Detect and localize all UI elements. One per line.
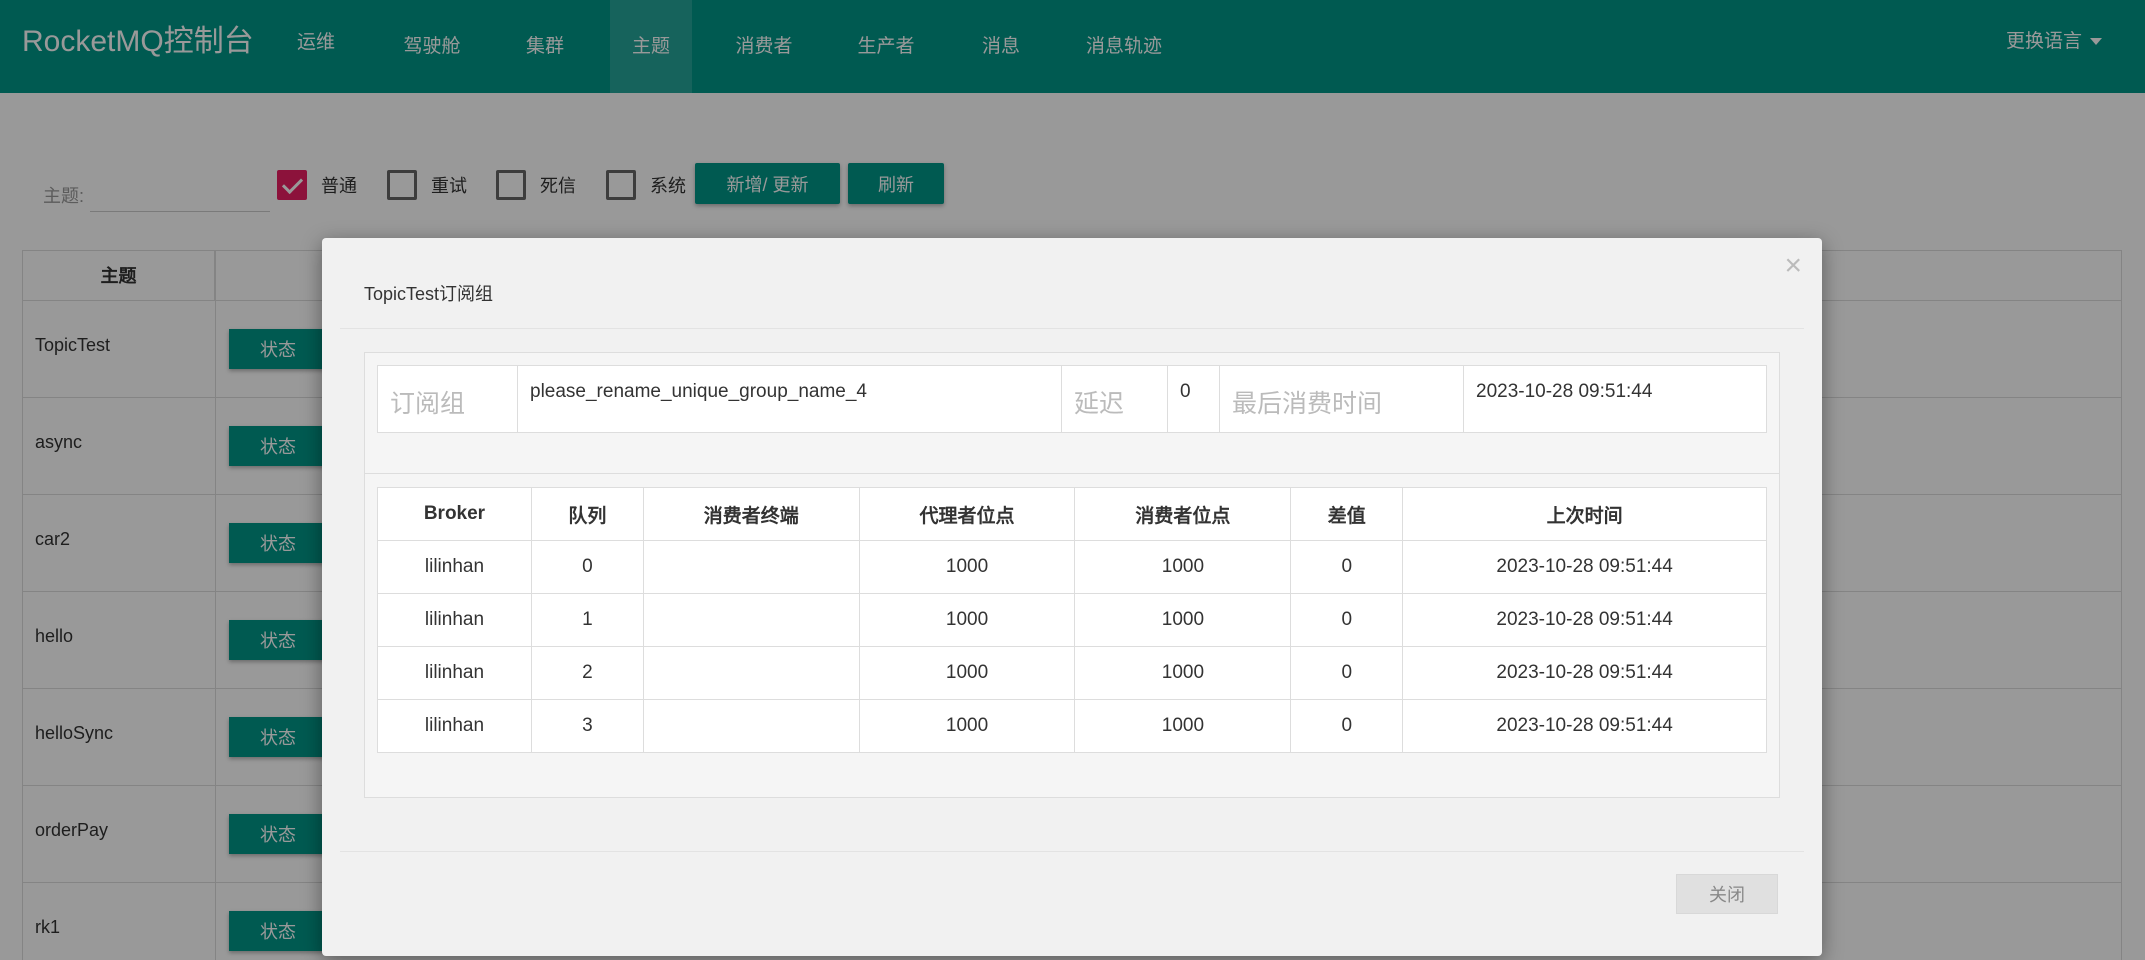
column-header-client: 消费者终端 [642,487,860,541]
table-row: lilinhan 2 1000 1000 0 2023-10-28 09:51:… [377,646,1767,700]
broker-offset-cell: 1000 [858,540,1076,594]
divider [365,473,1779,474]
delay-value-cell: 0 [1168,366,1220,432]
last-consume-value-cell: 2023-10-28 09:51:44 [1464,366,1766,432]
last-consume-value: 2023-10-28 09:51:44 [1476,381,1653,402]
divider [340,328,1804,329]
broker-cell: lilinhan [377,646,532,700]
table-row: lilinhan 0 1000 1000 0 2023-10-28 09:51:… [377,540,1767,594]
table-header-row: Broker 队列 消费者终端 代理者位点 消费者位点 差值 上次时间 [377,487,1767,541]
queue-offset-table: Broker 队列 消费者终端 代理者位点 消费者位点 差值 上次时间 lili… [377,487,1767,753]
diff-cell: 0 [1290,593,1404,647]
queue-cell: 1 [530,593,644,647]
diff-cell: 0 [1290,540,1404,594]
divider [340,851,1804,852]
broker-offset-cell: 1000 [858,699,1076,753]
consumer-offset-cell: 1000 [1074,646,1292,700]
last-time-cell: 2023-10-28 09:51:44 [1402,540,1767,594]
group-label: 订阅组 [390,390,466,418]
queue-cell: 0 [530,540,644,594]
table-row: lilinhan 1 1000 1000 0 2023-10-28 09:51:… [377,593,1767,647]
group-info-row: 订阅组 please_rename_unique_group_name_4 延迟… [377,365,1767,433]
column-header-consumer-offset: 消费者位点 [1074,487,1292,541]
queue-cell: 3 [530,699,644,753]
close-icon[interactable]: × [1784,246,1802,286]
dialog-title: TopicTest订阅组 [364,284,494,304]
last-consume-label-cell: 最后消费时间 [1220,366,1464,432]
group-value: please_rename_unique_group_name_4 [530,381,867,402]
queue-cell: 2 [530,646,644,700]
consumer-offset-cell: 1000 [1074,593,1292,647]
client-cell [642,699,860,753]
broker-cell: lilinhan [377,699,532,753]
consumer-offset-cell: 1000 [1074,540,1292,594]
broker-cell: lilinhan [377,540,532,594]
group-label-cell: 订阅组 [378,366,518,432]
group-panel: 订阅组 please_rename_unique_group_name_4 延迟… [364,352,1780,798]
delay-label-cell: 延迟 [1062,366,1168,432]
broker-offset-cell: 1000 [858,646,1076,700]
delay-value: 0 [1180,381,1191,402]
diff-cell: 0 [1290,699,1404,753]
column-header-last-time: 上次时间 [1402,487,1767,541]
consumer-offset-cell: 1000 [1074,699,1292,753]
column-header-diff: 差值 [1290,487,1404,541]
column-header-broker-offset: 代理者位点 [858,487,1076,541]
close-button[interactable]: 关闭 [1676,874,1778,914]
last-consume-label: 最后消费时间 [1232,390,1383,418]
last-time-cell: 2023-10-28 09:51:44 [1402,699,1767,753]
subscription-group-dialog: TopicTest订阅组 × 订阅组 please_rename_unique_… [322,238,1822,956]
column-header-queue: 队列 [530,487,644,541]
broker-cell: lilinhan [377,593,532,647]
group-value-cell: please_rename_unique_group_name_4 [518,366,1062,432]
table-row: lilinhan 3 1000 1000 0 2023-10-28 09:51:… [377,699,1767,753]
column-header-broker: Broker [377,487,532,541]
last-time-cell: 2023-10-28 09:51:44 [1402,593,1767,647]
client-cell [642,646,860,700]
client-cell [642,540,860,594]
client-cell [642,593,860,647]
diff-cell: 0 [1290,646,1404,700]
delay-label: 延迟 [1074,390,1125,418]
last-time-cell: 2023-10-28 09:51:44 [1402,646,1767,700]
broker-offset-cell: 1000 [858,593,1076,647]
